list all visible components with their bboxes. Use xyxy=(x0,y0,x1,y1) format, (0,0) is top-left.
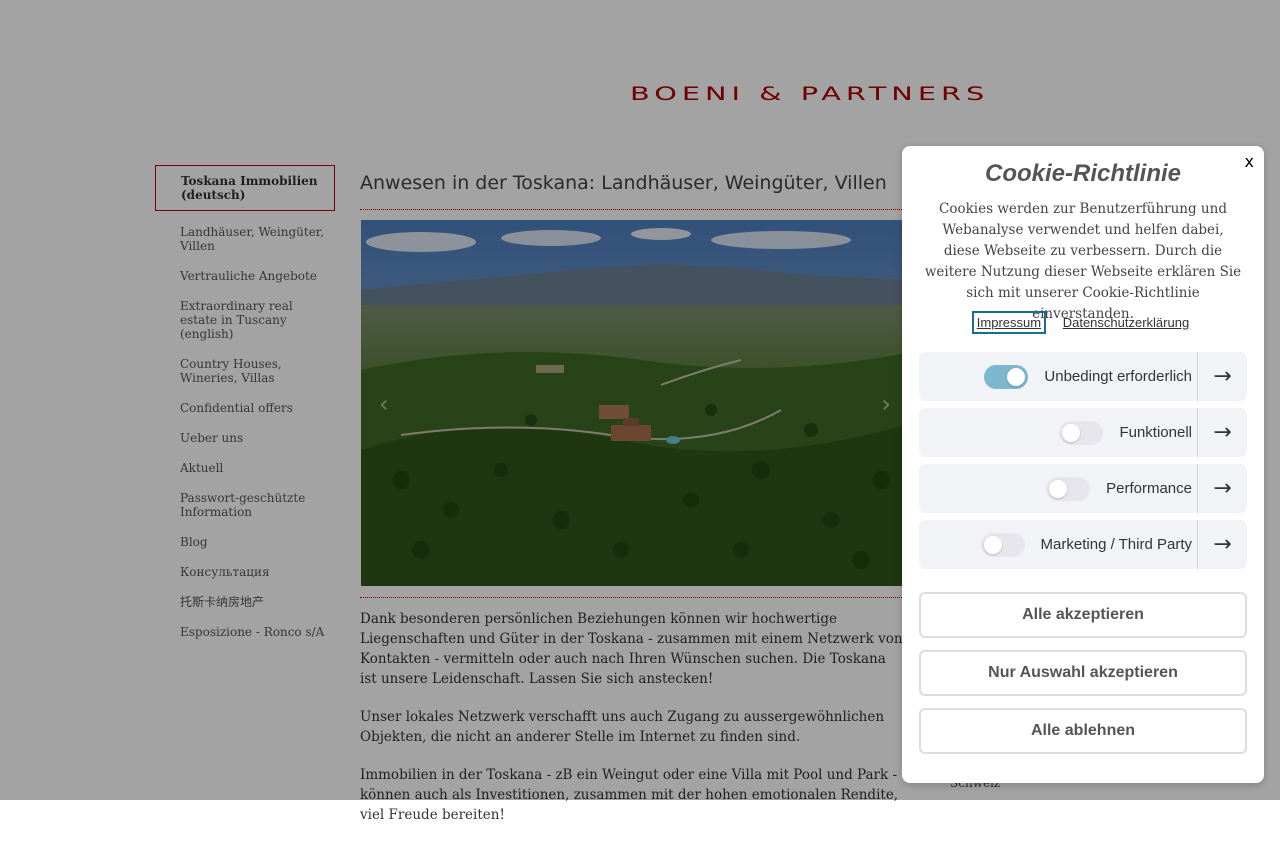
toggle-marketing[interactable] xyxy=(980,532,1025,557)
arrow-right-icon[interactable]: → xyxy=(1198,464,1247,513)
toggle-knob xyxy=(983,535,1002,554)
cookie-links: Impressum Datenschutzerklärung xyxy=(902,311,1264,334)
category-label: Funktionell xyxy=(1119,424,1192,441)
toggle-necessary[interactable] xyxy=(984,364,1029,389)
toggle-knob xyxy=(1007,367,1026,386)
cookie-category-necessary: Unbedingt erforderlich → xyxy=(919,352,1247,401)
privacy-link[interactable]: Datenschutzerklärung xyxy=(1060,313,1192,332)
category-label: Unbedingt erforderlich xyxy=(1044,368,1192,385)
toggle-knob xyxy=(1062,423,1081,442)
arrow-right-icon[interactable]: → xyxy=(1198,520,1247,569)
cookie-category-functional: Funktionell → xyxy=(919,408,1247,457)
toggle-performance[interactable] xyxy=(1046,476,1091,501)
impressum-link[interactable]: Impressum xyxy=(971,311,1047,334)
toggle-functional[interactable] xyxy=(1059,420,1104,445)
accept-selection-button[interactable]: Nur Auswahl akzeptieren xyxy=(919,650,1247,696)
accept-all-button[interactable]: Alle akzeptieren xyxy=(919,592,1247,638)
reject-all-button[interactable]: Alle ablehnen xyxy=(919,708,1247,754)
toggle-knob xyxy=(1049,479,1068,498)
category-label: Marketing / Third Party xyxy=(1040,536,1192,553)
category-label: Performance xyxy=(1106,480,1192,497)
cookie-description: Cookies werden zur Benutzerführung und W… xyxy=(924,201,1242,322)
cookie-category-marketing: Marketing / Third Party → xyxy=(919,520,1247,569)
arrow-right-icon[interactable]: → xyxy=(1198,408,1247,457)
cookie-title: Cookie-Richtlinie xyxy=(984,160,1182,187)
cookie-category-performance: Performance → xyxy=(919,464,1247,513)
cookie-dialog: x Cookie-Richtlinie Cookies werden zur B… xyxy=(902,146,1264,783)
arrow-right-icon[interactable]: → xyxy=(1198,352,1247,401)
